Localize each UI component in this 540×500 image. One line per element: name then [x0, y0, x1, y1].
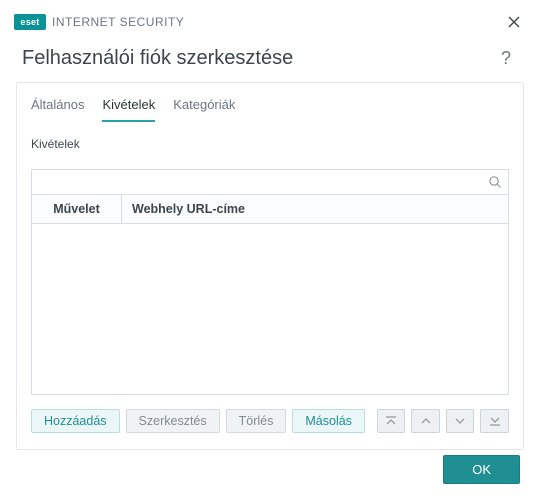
brand-logo: eset INTERNET SECURITY	[14, 14, 184, 30]
titlebar: eset INTERNET SECURITY	[0, 0, 540, 40]
search-icon	[488, 175, 502, 189]
exceptions-table: Művelet Webhely URL-címe	[31, 195, 509, 395]
close-button[interactable]	[500, 8, 528, 36]
column-action[interactable]: Művelet	[32, 195, 122, 223]
footer: OK	[443, 455, 520, 484]
tab-general[interactable]: Általános	[31, 93, 84, 122]
chevron-down-icon	[454, 415, 466, 427]
close-icon	[508, 16, 520, 28]
move-up-button[interactable]	[411, 409, 440, 433]
chevron-up-icon	[420, 415, 432, 427]
brand-badge: eset	[14, 14, 46, 30]
table-header: Művelet Webhely URL-címe	[32, 195, 508, 224]
main-panel: Általános Kivételek Kategóriák Kivételek…	[16, 82, 524, 450]
add-button[interactable]: Hozzáadás	[31, 409, 120, 433]
section-label: Kivételek	[17, 123, 523, 159]
copy-button[interactable]: Másolás	[292, 409, 365, 433]
move-bottom-button[interactable]	[480, 409, 509, 433]
tab-bar: Általános Kivételek Kategóriák	[17, 83, 523, 123]
move-top-button[interactable]	[377, 409, 406, 433]
tab-categories[interactable]: Kategóriák	[173, 93, 235, 122]
action-row: Hozzáadás Szerkesztés Törlés Másolás	[17, 395, 523, 433]
chevron-top-icon	[385, 415, 397, 427]
column-url[interactable]: Webhely URL-címe	[122, 195, 508, 223]
chevron-bottom-icon	[489, 415, 501, 427]
help-button[interactable]: ?	[494, 46, 518, 70]
header: Felhasználói fiók szerkesztése ?	[0, 40, 540, 82]
search-row[interactable]	[31, 169, 509, 195]
tab-exceptions[interactable]: Kivételek	[102, 93, 155, 122]
delete-button: Törlés	[226, 409, 287, 433]
brand-name: INTERNET SECURITY	[52, 15, 184, 29]
move-down-button[interactable]	[446, 409, 475, 433]
page-title: Felhasználói fiók szerkesztése	[22, 47, 494, 70]
table-body	[32, 224, 508, 394]
ok-button[interactable]: OK	[443, 455, 520, 484]
edit-button: Szerkesztés	[126, 409, 220, 433]
